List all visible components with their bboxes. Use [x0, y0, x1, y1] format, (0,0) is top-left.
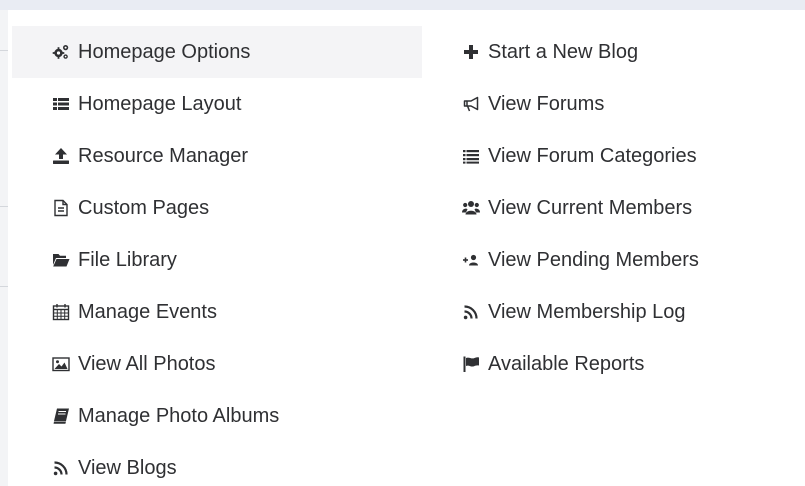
- menu-item-available-reports[interactable]: Available Reports: [422, 338, 805, 390]
- calendar-icon: [52, 303, 70, 321]
- menu-item-label: Custom Pages: [78, 197, 210, 219]
- menu-item-view-current-members[interactable]: View Current Members: [422, 182, 805, 234]
- menu-item-homepage-layout[interactable]: Homepage Layout: [12, 78, 422, 130]
- admin-menu-panel: Homepage Options Homepage Layout Resourc…: [12, 22, 805, 486]
- menu-item-view-all-photos[interactable]: View All Photos: [12, 338, 422, 390]
- book-icon: [52, 407, 70, 425]
- menu-item-label: View Forums: [488, 93, 605, 115]
- menu-item-label: View Blogs: [78, 457, 177, 479]
- menu-item-file-library[interactable]: File Library: [12, 234, 422, 286]
- menu-item-view-membership-log[interactable]: View Membership Log: [422, 286, 805, 338]
- users-icon: [462, 199, 480, 217]
- menu-column-right: Start a New Blog View Forums View Forum …: [422, 26, 805, 390]
- rail-divider: [0, 50, 8, 51]
- menu-item-label: Available Reports: [488, 353, 645, 375]
- menu-column-left: Homepage Options Homepage Layout Resourc…: [12, 26, 422, 486]
- menu-item-view-forums[interactable]: View Forums: [422, 78, 805, 130]
- menu-item-manage-photo-albums[interactable]: Manage Photo Albums: [12, 390, 422, 442]
- menu-item-label: Manage Photo Albums: [78, 405, 280, 427]
- document-icon: [52, 199, 70, 217]
- list-icon: [462, 147, 480, 165]
- menu-item-view-blogs[interactable]: View Blogs: [12, 442, 422, 486]
- table-list-icon: [52, 95, 70, 113]
- rail-divider: [0, 286, 8, 287]
- folder-open-icon: [52, 251, 70, 269]
- menu-item-view-forum-categories[interactable]: View Forum Categories: [422, 130, 805, 182]
- menu-item-label: View Current Members: [488, 197, 693, 219]
- menu-item-label: Homepage Options: [78, 41, 251, 63]
- rail-divider: [0, 206, 8, 207]
- left-rail: [0, 10, 8, 486]
- menu-item-label: File Library: [78, 249, 177, 271]
- menu-item-start-new-blog[interactable]: Start a New Blog: [422, 26, 805, 78]
- upload-icon: [52, 147, 70, 165]
- rss-icon: [462, 303, 480, 321]
- menu-item-label: Homepage Layout: [78, 93, 242, 115]
- page: Homepage Options Homepage Layout Resourc…: [0, 0, 805, 486]
- menu-item-custom-pages[interactable]: Custom Pages: [12, 182, 422, 234]
- rss-icon: [52, 459, 70, 477]
- menu-item-label: View Pending Members: [488, 249, 699, 271]
- gears-icon: [52, 43, 70, 61]
- top-bar: [0, 0, 805, 10]
- menu-item-label: Start a New Blog: [488, 41, 639, 63]
- menu-item-label: Resource Manager: [78, 145, 249, 167]
- plus-icon: [462, 43, 480, 61]
- menu-item-label: View Forum Categories: [488, 145, 697, 167]
- bullhorn-icon: [462, 95, 480, 113]
- menu-item-view-pending-members[interactable]: View Pending Members: [422, 234, 805, 286]
- menu-item-homepage-options[interactable]: Homepage Options: [12, 26, 422, 78]
- menu-item-label: Manage Events: [78, 301, 217, 323]
- flag-icon: [462, 355, 480, 373]
- image-icon: [52, 355, 70, 373]
- menu-item-label: View All Photos: [78, 353, 216, 375]
- user-plus-icon: [462, 251, 480, 269]
- menu-item-resource-manager[interactable]: Resource Manager: [12, 130, 422, 182]
- menu-item-manage-events[interactable]: Manage Events: [12, 286, 422, 338]
- menu-item-label: View Membership Log: [488, 301, 686, 323]
